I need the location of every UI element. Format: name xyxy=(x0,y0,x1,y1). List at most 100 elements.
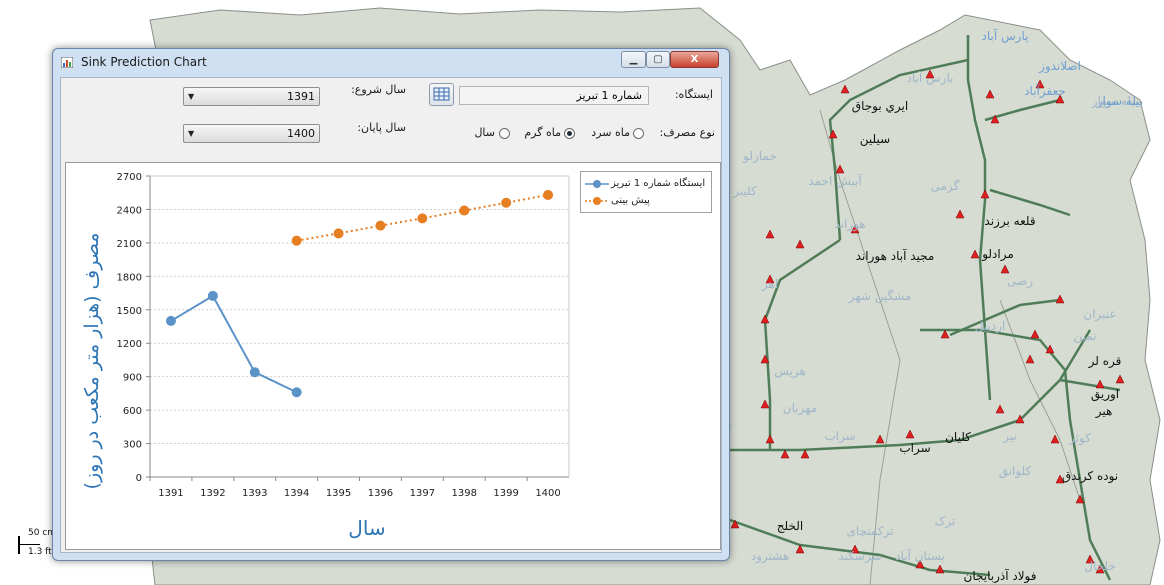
faded-map-label: عنبران xyxy=(1083,307,1116,322)
faded-map-label: هشترود xyxy=(751,549,789,564)
station-field[interactable]: شماره 1 تبریز xyxy=(459,86,649,105)
faded-map-label: بستان آباد xyxy=(895,548,945,563)
faded-map-label: ترک xyxy=(935,514,956,529)
faded-map-label: کلوانق xyxy=(999,464,1032,479)
usage-option-cold-radio[interactable] xyxy=(633,128,644,139)
y-tick-label: 300 xyxy=(123,440,142,451)
station-label: ایستگاه: xyxy=(674,88,713,101)
city-label: بیله سوار xyxy=(1096,94,1144,109)
city-label: قلعه برزند xyxy=(984,214,1035,229)
chevron-down-icon: ▼ xyxy=(188,129,195,138)
sink-prediction-chart: 0 300 600 900 1200 1500 1800 2100 2400 2700 1391 1… xyxy=(81,172,570,540)
city-label: قره لر xyxy=(1088,354,1122,369)
y-tick-label: 2100 xyxy=(117,239,142,250)
city-label: سيلين xyxy=(860,132,890,147)
data-point xyxy=(291,387,302,398)
x-tick-label: 1392 xyxy=(200,488,225,499)
faded-map-label: نیر xyxy=(1002,429,1017,444)
faded-map-label: اردبیل xyxy=(975,319,1006,334)
usage-option-warm-radio[interactable] xyxy=(564,128,575,139)
x-tick-label: 1397 xyxy=(410,488,435,499)
city-label: اوريق xyxy=(1091,387,1119,402)
y-tick-label: 600 xyxy=(123,406,142,417)
faded-map-label: هوراند xyxy=(834,217,865,232)
faded-map-label: آبیش احمد xyxy=(808,173,862,189)
faded-map-label: رضی xyxy=(1007,274,1033,289)
faded-map-label: نمین xyxy=(1073,329,1096,344)
data-point xyxy=(501,197,512,208)
series-line xyxy=(170,294,298,394)
maximize-button[interactable]: ▢ xyxy=(646,51,670,68)
y-tick-label: 900 xyxy=(123,373,142,384)
faded-map-label: مشگین شهر xyxy=(848,289,912,304)
faded-map-label: مهربان xyxy=(783,401,817,416)
x-tick-label: 1394 xyxy=(284,488,309,499)
x-tick-label: 1395 xyxy=(326,488,351,499)
usage-option-year-label: سال xyxy=(474,126,495,139)
station-value: شماره 1 تبریز xyxy=(576,89,642,102)
station-select-button[interactable] xyxy=(429,83,454,106)
chart-legend: ایستگاه شماره 1 تبریز پیش بینی xyxy=(580,171,712,213)
faded-map-label: هریس xyxy=(774,364,806,379)
faded-map-label: خمارلو xyxy=(742,149,777,164)
y-tick-label: 0 xyxy=(136,473,142,484)
city-label: مرادلو xyxy=(981,247,1014,262)
x-tick-label: 1399 xyxy=(493,488,518,499)
city-label: كليان xyxy=(945,430,971,444)
data-point xyxy=(333,228,344,239)
end-year-dropdown[interactable]: ▼ 1400 xyxy=(183,124,320,143)
usage-option-warm-label: ماه گرم xyxy=(524,126,561,139)
city-label: هير xyxy=(1095,404,1113,419)
x-tick-label: 1391 xyxy=(158,488,183,499)
legend-marker-series-2 xyxy=(585,197,609,205)
x-axis-title: سال xyxy=(348,516,385,540)
faded-map-label: کلیبر xyxy=(732,184,757,199)
data-point xyxy=(543,189,554,200)
city-label: مجيد آباد هوراند xyxy=(856,248,935,264)
data-point xyxy=(207,290,218,301)
usage-option-year-radio[interactable] xyxy=(499,128,510,139)
minimize-button[interactable]: ▁ xyxy=(621,51,646,68)
legend-label-series-1: ایستگاه شماره 1 تبریز xyxy=(611,178,706,189)
legend-label-series-2: پیش بینی xyxy=(611,195,650,206)
city-label: نوده كرندق xyxy=(1062,469,1118,484)
end-year-label: سال پایان: xyxy=(357,121,406,134)
legend-marker-series-1 xyxy=(585,180,609,188)
city-label: جعفرآباد xyxy=(1024,83,1066,99)
form-client-area: ایستگاه: شماره 1 تبریز سال شروع: ▼ 1391 … xyxy=(60,77,722,553)
usage-type-label: نوع مصرف: xyxy=(659,126,715,139)
y-tick-label: 1800 xyxy=(117,272,142,283)
close-button[interactable]: X xyxy=(670,51,719,68)
faded-map-label: بارس آباد xyxy=(907,70,954,86)
data-point xyxy=(249,367,260,378)
end-year-value: 1400 xyxy=(287,127,315,140)
faded-map-label: خلخال xyxy=(1084,559,1116,573)
faded-map-label: ترکمنچای xyxy=(846,524,893,539)
x-tick-label: 1393 xyxy=(242,488,267,499)
start-year-label: سال شروع: xyxy=(351,83,406,96)
x-tick-label: 1398 xyxy=(452,488,477,499)
data-point xyxy=(375,220,386,231)
x-tick-label: 1400 xyxy=(535,488,560,499)
usage-option-cold-label: ماه سرد xyxy=(591,126,630,139)
city-label: ايري بوجاق xyxy=(852,99,908,114)
city-label: فولاد آذربايجان xyxy=(964,568,1037,584)
data-point xyxy=(291,235,302,246)
chevron-down-icon: ▼ xyxy=(188,92,195,101)
window-title: Sink Prediction Chart xyxy=(81,55,207,69)
scale-bottom-label: 1.3 ft xyxy=(28,547,52,557)
x-tick-label: 1396 xyxy=(368,488,393,499)
start-year-dropdown[interactable]: ▼ 1391 xyxy=(183,87,320,106)
data-point xyxy=(165,315,176,326)
faded-map-label: سرسکند xyxy=(838,549,881,564)
y-axis-title: مصرف (هزار متر مکعب در روز) xyxy=(81,233,103,490)
city-label: اصلاندوز xyxy=(1038,59,1081,74)
table-grid-icon xyxy=(433,87,450,101)
faded-map-label: کوثر xyxy=(1068,431,1091,446)
data-point xyxy=(417,213,428,224)
sink-prediction-window: Sink Prediction Chart ▁ ▢ X ایستگاه: شما… xyxy=(52,48,730,561)
title-bar[interactable]: Sink Prediction Chart ▁ ▢ X xyxy=(53,49,729,77)
city-label: سراب xyxy=(899,441,930,456)
y-tick-label: 1500 xyxy=(117,306,142,317)
faded-map-label: سراب xyxy=(824,429,855,444)
